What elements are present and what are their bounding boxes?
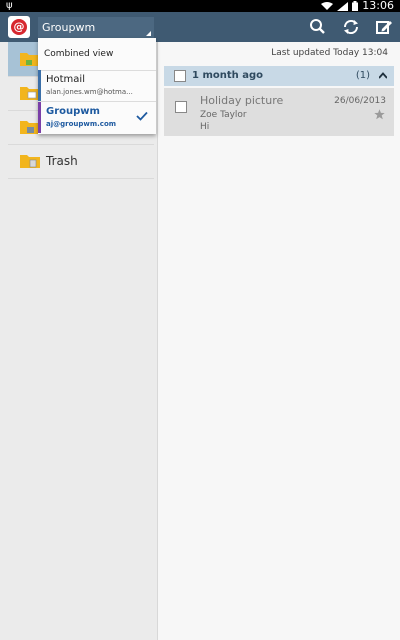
group-label: 1 month ago (192, 70, 264, 81)
collapse-caret-icon[interactable] (379, 72, 387, 80)
group-select-checkbox[interactable] (174, 70, 186, 82)
combined-view-item[interactable]: Combined view (38, 38, 156, 71)
account-email: alan.jones.wm@hotma... (46, 88, 133, 96)
trash-folder-icon (20, 155, 40, 168)
combined-view-label: Combined view (44, 49, 114, 59)
last-updated: Last updated Today 13:04 (271, 48, 388, 58)
group-count: (1) (355, 70, 370, 81)
message-row[interactable]: Holiday picture 26/06/2013 Zoe Taylor Hi (164, 88, 394, 136)
account-color-bar (38, 102, 41, 133)
account-item-groupwm[interactable]: Groupwm aj@groupwm.com (38, 102, 156, 133)
message-sender: Zoe Taylor (200, 110, 247, 120)
star-icon[interactable] (374, 109, 385, 120)
wifi-icon (321, 1, 334, 10)
account-name: Hotmail (46, 74, 85, 85)
account-item-hotmail[interactable]: Hotmail alan.jones.wm@hotma... (38, 70, 156, 102)
sent-folder-icon (20, 121, 40, 134)
checkmark-icon (136, 111, 148, 121)
signal-icon (337, 1, 349, 11)
last-updated-value: Today 13:04 (333, 48, 388, 58)
last-updated-label: Last updated (271, 48, 331, 58)
dropdown-triangle-icon (146, 31, 151, 36)
email-app-icon[interactable]: @ (8, 16, 30, 38)
message-preview: Hi (200, 122, 210, 132)
message-subject: Holiday picture (200, 94, 284, 107)
account-email: aj@groupwm.com (46, 120, 117, 128)
folder-item-trash[interactable]: Trash (8, 144, 154, 179)
message-date: 26/06/2013 (334, 96, 386, 106)
inbox-folder-icon (20, 53, 40, 66)
message-select-checkbox[interactable] (175, 101, 187, 113)
usb-icon: ψ (6, 0, 13, 11)
drafts-folder-icon (20, 87, 40, 100)
account-color-bar (38, 70, 41, 101)
group-header[interactable]: 1 month ago (1) (164, 66, 394, 86)
refresh-icon[interactable] (341, 18, 361, 36)
battery-icon (352, 1, 359, 11)
account-dropdown: Combined view Hotmail alan.jones.wm@hotm… (38, 38, 156, 134)
account-selector-label: Groupwm (42, 21, 96, 34)
account-name: Groupwm (46, 106, 100, 117)
status-bar: ψ 13:06 (0, 0, 400, 12)
folder-label: Trash (46, 154, 78, 168)
account-selector[interactable]: Groupwm (38, 17, 154, 39)
clock: 13:06 (362, 0, 394, 12)
message-pane: Last updated Today 13:04 1 month ago (1)… (158, 42, 400, 640)
compose-icon[interactable] (374, 18, 394, 36)
search-icon[interactable] (308, 18, 328, 36)
